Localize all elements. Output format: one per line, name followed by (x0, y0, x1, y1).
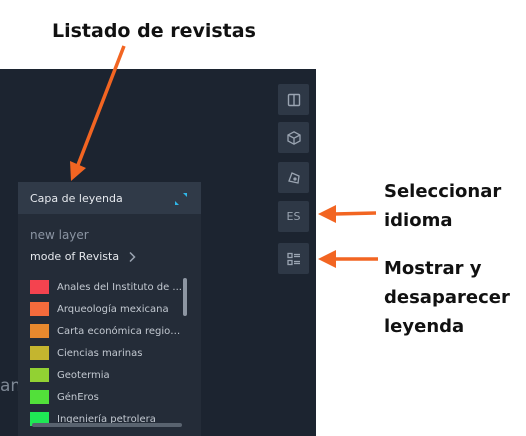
annotation-arrows (70, 45, 378, 268)
arrowhead-to-language-button (318, 205, 336, 223)
arrow-group (70, 45, 378, 268)
arrowhead-to-legend-toggle (318, 250, 336, 268)
arrow-to-language-button (333, 211, 377, 216)
arrow-to-legend-panel (76, 45, 126, 166)
